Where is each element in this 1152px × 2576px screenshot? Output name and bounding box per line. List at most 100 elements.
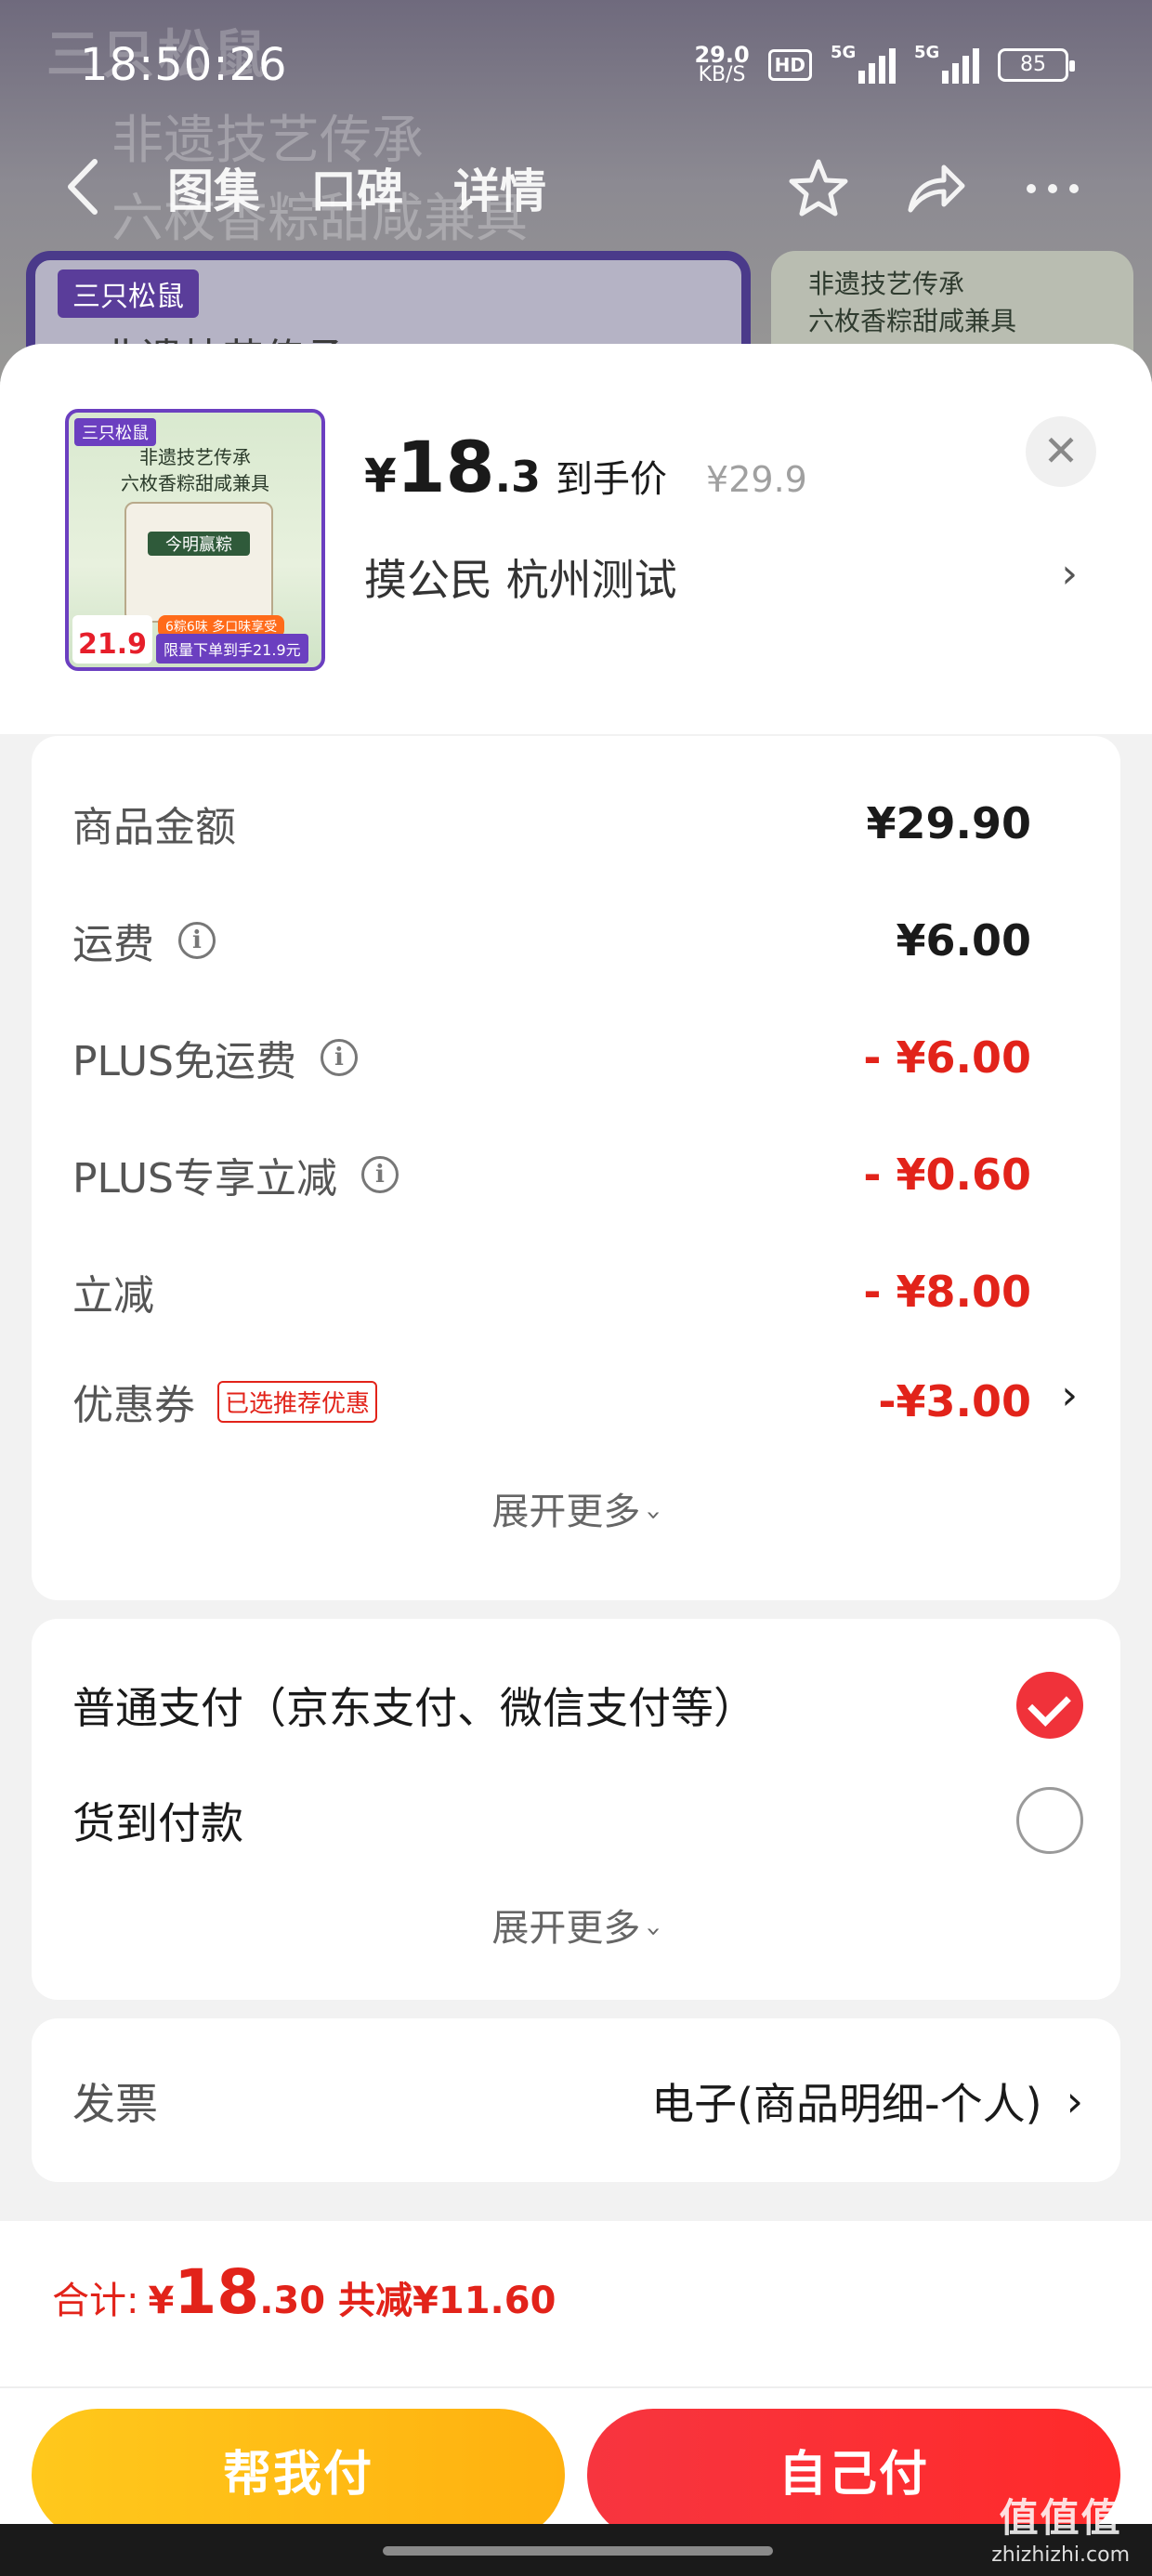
invoice-card[interactable]: 发票 电子(商品明细-个人) › bbox=[32, 2018, 1120, 2182]
close-icon[interactable]: ✕ bbox=[1026, 416, 1096, 487]
thumb-price: 21.9 bbox=[72, 615, 152, 664]
back-icon[interactable] bbox=[56, 154, 111, 219]
help-me-pay-button[interactable]: 帮我付 bbox=[32, 2409, 565, 2541]
status-bar: 18:50:26 29.0 KB/S HD 5G 5G 85 bbox=[0, 0, 1152, 139]
total-decimal: .30 bbox=[259, 2280, 326, 2322]
row-value: ¥6.00 bbox=[896, 915, 1031, 966]
product-bag-image: 今明赢粽 bbox=[124, 502, 273, 623]
chevron-right-icon: › bbox=[1066, 2076, 1083, 2126]
watermark: 值值值 zhizhizhi.com bbox=[991, 2487, 1130, 2567]
thumb-slogan: 非遗技艺传承 六枚香粽甜咸兼具 bbox=[69, 444, 321, 496]
total-label: 合计: bbox=[52, 2280, 139, 2322]
payment-method-card: 普通支付（京东支付、微信支付等） 货到付款 展开更多› bbox=[32, 1619, 1120, 2000]
row-value: ¥29.90 bbox=[866, 798, 1031, 848]
row-value: -¥3.00 bbox=[878, 1376, 1031, 1426]
background-card-tag: 三只松鼠 bbox=[58, 269, 199, 318]
price-currency: ¥ bbox=[364, 449, 397, 503]
row-goods-amount: 商品金额 ¥29.90 bbox=[72, 786, 1031, 861]
price-integer: 18 bbox=[396, 426, 495, 508]
row-label-wrap: 运费 i bbox=[72, 911, 216, 970]
row-coupon[interactable]: 优惠券 已选推荐优惠 -¥3.00 bbox=[72, 1364, 1031, 1439]
checkout-sheet: 三只松鼠 非遗技艺传承 六枚香粽甜咸兼具 今明赢粽 21.9 6粽6味 多口味享… bbox=[0, 344, 1152, 2576]
checkout-bar: 合计: ¥ 18 .30 共减¥11.60 帮我付 自己付 bbox=[0, 2221, 1152, 2576]
info-icon[interactable]: i bbox=[178, 922, 216, 959]
network-speed: 29.0 KB/S bbox=[694, 42, 750, 86]
payment-option-label: 货到付款 bbox=[72, 1798, 243, 1848]
chevron-down-icon: › bbox=[639, 1509, 671, 1521]
network-speed-unit: KB/S bbox=[698, 63, 746, 86]
star-icon[interactable] bbox=[786, 156, 851, 221]
total-currency: ¥ bbox=[148, 2280, 175, 2322]
price-label: 到手价 bbox=[556, 458, 668, 501]
payment-option-online[interactable]: 普通支付（京东支付、微信支付等） bbox=[72, 1663, 1083, 1747]
row-value: - ¥0.60 bbox=[863, 1150, 1031, 1200]
watermark-site: zhizhizhi.com bbox=[991, 2543, 1130, 2567]
expand-more-label: 展开更多 bbox=[491, 1491, 641, 1533]
thumb-promo-banner: 限量下单到手21.9元 bbox=[156, 634, 308, 664]
hd-voice-icon: HD bbox=[767, 49, 812, 81]
row-label: PLUS免运费 bbox=[72, 1038, 296, 1085]
row-label: 立减 bbox=[72, 1272, 154, 1320]
invoice-row[interactable]: 发票 电子(商品明细-个人) › bbox=[72, 2059, 1083, 2143]
payment-option-label: 普通支付（京东支付、微信支付等） bbox=[72, 1683, 756, 1733]
row-label-wrap: PLUS专享立减 i bbox=[72, 1145, 399, 1204]
row-label: PLUS专享立减 bbox=[72, 1155, 337, 1203]
watermark-logo: 值值值 bbox=[999, 2495, 1122, 2541]
product-summary: 三只松鼠 非遗技艺传承 六枚香粽甜咸兼具 今明赢粽 21.9 6粽6味 多口味享… bbox=[0, 344, 1152, 734]
side-card-line1: 非遗技艺传承 bbox=[808, 269, 965, 299]
network-speed-value: 29.0 bbox=[694, 42, 750, 68]
final-price: ¥ 18 .3 到手价 ¥29.9 bbox=[364, 426, 807, 508]
expand-more-button[interactable]: 展开更多› bbox=[32, 1481, 1120, 1535]
top-navigation: 图集 口碑 详情 bbox=[0, 139, 1152, 242]
original-price: ¥29.9 bbox=[706, 459, 807, 500]
price-decimal: .3 bbox=[494, 452, 542, 502]
signal-generation: 5G bbox=[831, 43, 857, 62]
share-icon[interactable] bbox=[903, 156, 968, 221]
signal-icon-2: 5G bbox=[914, 43, 979, 84]
product-thumbnail: 三只松鼠 非遗技艺传承 六枚香粽甜咸兼具 今明赢粽 21.9 6粽6味 多口味享… bbox=[65, 409, 325, 671]
more-icon[interactable] bbox=[1020, 156, 1085, 221]
chevron-right-icon[interactable]: › bbox=[1061, 1372, 1078, 1419]
row-shipping: 运费 i ¥6.00 bbox=[72, 903, 1031, 978]
payment-option-cod[interactable]: 货到付款 bbox=[72, 1779, 1083, 1862]
total-discount: 共减¥11.60 bbox=[338, 2280, 556, 2322]
coupon-badge: 已选推荐优惠 bbox=[217, 1380, 378, 1423]
row-value: - ¥8.00 bbox=[863, 1267, 1031, 1317]
side-card-line2: 六枚香粽甜咸兼具 bbox=[808, 306, 1017, 336]
row-label-wrap: 优惠券 已选推荐优惠 bbox=[72, 1372, 378, 1431]
radio-checked-icon[interactable] bbox=[1016, 1672, 1083, 1739]
invoice-label: 发票 bbox=[72, 2079, 158, 2129]
chevron-down-icon: › bbox=[639, 1925, 671, 1938]
tab-reviews[interactable]: 口碑 bbox=[310, 154, 403, 221]
info-icon[interactable]: i bbox=[321, 1039, 358, 1076]
row-plus-free-shipping: PLUS免运费 i - ¥6.00 bbox=[72, 1020, 1031, 1095]
row-label-wrap: PLUS免运费 i bbox=[72, 1028, 358, 1087]
tab-gallery[interactable]: 图集 bbox=[167, 154, 260, 221]
thumb-bag-label: 今明赢粽 bbox=[148, 532, 250, 556]
chevron-right-icon[interactable]: › bbox=[1061, 550, 1078, 598]
signal-generation-2: 5G bbox=[914, 43, 940, 62]
background-side-card-text: 非遗技艺传承 六枚香粽甜咸兼具 bbox=[808, 266, 1016, 340]
row-value: - ¥6.00 bbox=[863, 1032, 1031, 1083]
row-label: 优惠券 bbox=[72, 1382, 195, 1429]
radio-unchecked-icon[interactable] bbox=[1016, 1787, 1083, 1854]
divider bbox=[0, 2386, 1152, 2388]
info-icon[interactable]: i bbox=[361, 1156, 399, 1193]
signal-icon: 5G bbox=[831, 43, 896, 84]
delivery-address[interactable]: 摸公民 杭州测试 bbox=[364, 546, 677, 608]
row-label: 商品金额 bbox=[72, 804, 236, 851]
expand-more-button[interactable]: 展开更多› bbox=[32, 1898, 1120, 1952]
thumb-slogan-line2: 六枚香粽甜咸兼具 bbox=[121, 472, 269, 494]
nav-tabs: 图集 口碑 详情 bbox=[167, 154, 546, 221]
tab-details[interactable]: 详情 bbox=[453, 154, 546, 221]
thumb-brand: 三只松鼠 bbox=[74, 418, 156, 446]
row-plus-discount: PLUS专享立减 i - ¥0.60 bbox=[72, 1137, 1031, 1212]
invoice-value: 电子(商品明细-个人) bbox=[651, 2079, 1042, 2129]
status-time: 18:50:26 bbox=[80, 39, 288, 91]
thumb-slogan-line1: 非遗技艺传承 bbox=[139, 446, 251, 468]
battery-icon: 85 bbox=[998, 48, 1075, 82]
invoice-value-wrap: 电子(商品明细-个人) › bbox=[651, 2070, 1083, 2132]
expand-more-label: 展开更多 bbox=[491, 1907, 641, 1950]
home-indicator[interactable] bbox=[0, 2524, 1152, 2576]
row-instant-discount: 立减 - ¥8.00 bbox=[72, 1255, 1031, 1329]
